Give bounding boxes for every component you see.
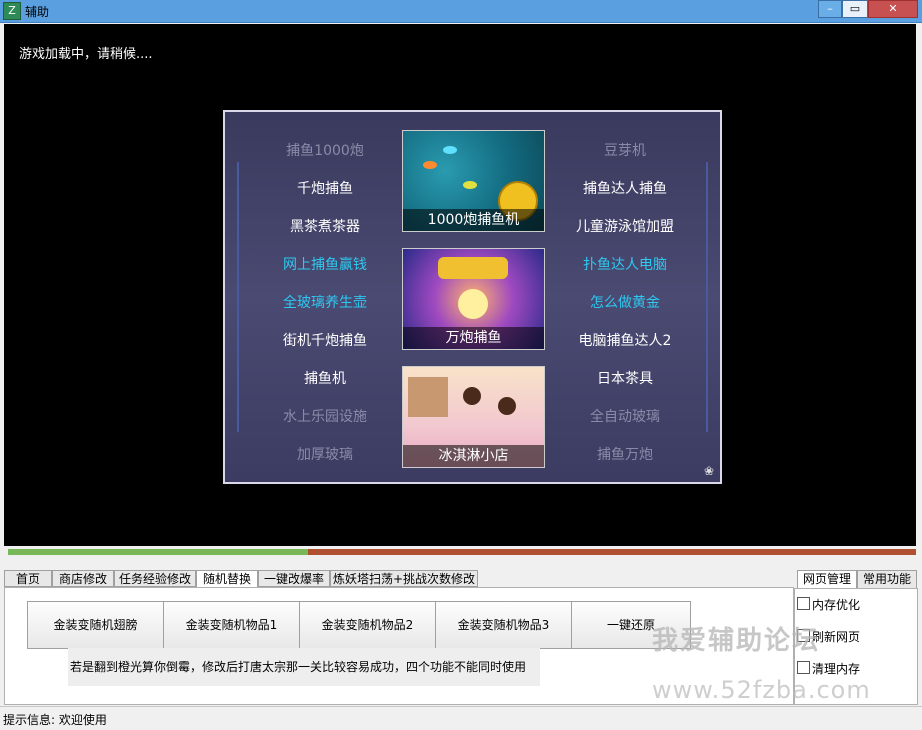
right-game-link[interactable]: 电脑捕鱼达人2 bbox=[545, 330, 705, 350]
right-game-link[interactable]: 扑鱼达人电脑 bbox=[545, 254, 705, 274]
checkbox-label: 内存优化 bbox=[812, 598, 861, 612]
memory-optimize-checkbox[interactable]: 内存优化 bbox=[797, 597, 860, 613]
status-text: 提示信息: 欢迎使用 bbox=[3, 713, 107, 727]
game-viewport[interactable]: 游戏加载中，请稍候.... 捕鱼1000炮 千炮捕鱼黑茶煮茶器网上捕鱼赢钱 全玻璃养… bbox=[4, 24, 916, 546]
left-game-link[interactable]: 全玻璃养生壶 bbox=[245, 292, 405, 312]
right-game-link[interactable]: 儿童游泳馆加盟 bbox=[545, 216, 705, 236]
loading-progress-bar bbox=[8, 549, 916, 555]
left-game-link[interactable]: 捕鱼机 bbox=[245, 368, 405, 388]
tab-web-manage[interactable]: 网页管理 bbox=[797, 570, 857, 589]
tab-common-functions[interactable]: 常用功能 bbox=[857, 570, 917, 589]
right-game-link[interactable]: 日本茶具 bbox=[545, 368, 705, 388]
left-game-link[interactable]: 网上捕鱼赢钱 bbox=[245, 254, 405, 274]
left-game-link[interactable]: 街机千炮捕鱼 bbox=[245, 330, 405, 350]
random-item-2-button[interactable]: 金装变随机物品2 bbox=[299, 601, 436, 649]
title-bar: Z 辅助 – ▭ ✕ bbox=[0, 0, 922, 23]
thumbnail-icecream-shop[interactable]: 冰淇淋小店 bbox=[402, 366, 545, 468]
random-item-3-button[interactable]: 金装变随机物品3 bbox=[435, 601, 572, 649]
random-wings-button[interactable]: 金装变随机翅膀 bbox=[27, 601, 164, 649]
random-item-1-button[interactable]: 金装变随机物品1 bbox=[163, 601, 300, 649]
burst-decoration bbox=[458, 289, 488, 319]
left-game-link[interactable]: 加厚玻璃 bbox=[245, 444, 405, 464]
tab-drop-rate[interactable]: 一键改爆率 bbox=[258, 570, 330, 587]
right-game-link[interactable]: 全自动玻璃 bbox=[545, 406, 705, 426]
tab-home[interactable]: 首页 bbox=[4, 570, 52, 587]
left-rail bbox=[237, 162, 239, 432]
tab-task-exp-modify[interactable]: 任务经验修改 bbox=[114, 570, 196, 587]
loading-text: 游戏加载中，请稍候.... bbox=[19, 47, 153, 62]
tab-tower-sweep[interactable]: 炼妖塔扫荡+挑战次数修改 bbox=[330, 570, 478, 587]
fish-decoration bbox=[423, 161, 437, 169]
thumbnail-fishing-1000[interactable]: 1000炮捕鱼机 bbox=[402, 130, 545, 232]
right-game-link[interactable]: 豆芽机 bbox=[545, 140, 705, 160]
maximize-button[interactable]: ▭ bbox=[842, 0, 868, 18]
title-logo bbox=[438, 257, 508, 279]
recommend-panel: 捕鱼1000炮 千炮捕鱼黑茶煮茶器网上捕鱼赢钱 全玻璃养生壶 街机千炮捕鱼 捕鱼机水上乐… bbox=[223, 110, 722, 484]
character-decoration bbox=[498, 397, 516, 415]
left-game-link[interactable]: 捕鱼1000炮 bbox=[245, 140, 405, 160]
fish-decoration bbox=[443, 146, 457, 154]
watermark-url: www.52fzba.com bbox=[652, 676, 871, 704]
shelf-decoration bbox=[408, 377, 448, 417]
clear-memory-checkbox[interactable]: 清理内存 bbox=[797, 661, 860, 677]
paw-icon: ❀ bbox=[703, 464, 714, 478]
tab-shop-modify[interactable]: 商店修改 bbox=[52, 570, 114, 587]
right-game-link[interactable]: 捕鱼万炮 bbox=[545, 444, 705, 464]
thumbnail-caption: 1000炮捕鱼机 bbox=[403, 209, 544, 231]
checkbox-label: 清理内存 bbox=[812, 662, 861, 676]
status-bar: 提示信息: 欢迎使用 bbox=[0, 706, 922, 730]
app-icon: Z bbox=[3, 2, 21, 20]
left-game-link[interactable]: 黑茶煮茶器 bbox=[245, 216, 405, 236]
character-decoration bbox=[463, 387, 481, 405]
right-game-link[interactable]: 怎么做黄金 bbox=[545, 292, 705, 312]
window-title: 辅助 bbox=[25, 5, 50, 19]
close-button[interactable]: ✕ bbox=[868, 0, 918, 18]
thumbnail-caption: 冰淇淋小店 bbox=[403, 445, 544, 467]
thumbnail-wanpao-fishing[interactable]: 万炮捕鱼 bbox=[402, 248, 545, 350]
progress-fill bbox=[8, 549, 308, 555]
left-game-link[interactable]: 千炮捕鱼 bbox=[245, 178, 405, 198]
thumbnail-caption: 万炮捕鱼 bbox=[403, 327, 544, 349]
right-game-link[interactable]: 捕鱼达人捕鱼 bbox=[545, 178, 705, 198]
checkbox-box[interactable] bbox=[797, 597, 810, 610]
left-game-link[interactable]: 水上乐园设施 bbox=[245, 406, 405, 426]
usage-note: 若是翻到橙光算你倒霉，修改后打唐太宗那一关比较容易成功，四个功能不能同时使用 bbox=[68, 648, 540, 686]
fish-decoration bbox=[463, 181, 477, 189]
right-rail bbox=[706, 162, 708, 432]
watermark-title: 我爱辅助论坛 bbox=[652, 626, 821, 656]
minimize-button[interactable]: – bbox=[818, 0, 842, 18]
checkbox-box[interactable] bbox=[797, 661, 810, 674]
